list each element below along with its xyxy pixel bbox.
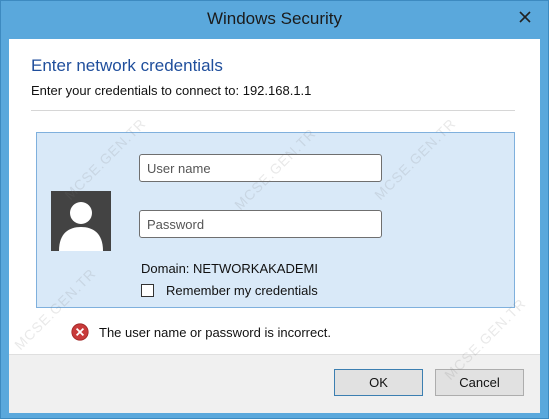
close-button[interactable]	[514, 7, 536, 27]
error-message: The user name or password is incorrect.	[99, 324, 331, 340]
title-bar[interactable]: Windows Security	[1, 1, 548, 39]
error-icon	[71, 323, 89, 341]
button-bar: OK Cancel	[9, 354, 540, 413]
user-avatar-icon	[51, 191, 111, 251]
close-icon	[519, 11, 531, 23]
windows-security-dialog: Windows Security Enter network credentia…	[0, 0, 549, 419]
credential-tile: Domain: NETWORKAKADEMI Remember my crede…	[36, 132, 515, 308]
domain-label: Domain: NETWORKAKADEMI	[141, 261, 318, 276]
dialog-body: Enter network credentials Enter your cre…	[9, 39, 540, 413]
error-message-row: The user name or password is incorrect.	[71, 323, 331, 341]
ok-button[interactable]: OK	[334, 369, 423, 396]
password-input[interactable]	[139, 210, 382, 238]
remember-credentials-option[interactable]: Remember my credentials	[141, 283, 318, 298]
dialog-heading: Enter network credentials	[31, 56, 223, 75]
remember-label: Remember my credentials	[166, 283, 318, 298]
remember-checkbox[interactable]	[141, 284, 154, 297]
window-title: Windows Security	[206, 9, 343, 28]
divider	[31, 110, 515, 111]
dialog-subheading: Enter your credentials to connect to: 19…	[31, 83, 312, 98]
username-input[interactable]	[139, 154, 382, 182]
cancel-button[interactable]: Cancel	[435, 369, 524, 396]
